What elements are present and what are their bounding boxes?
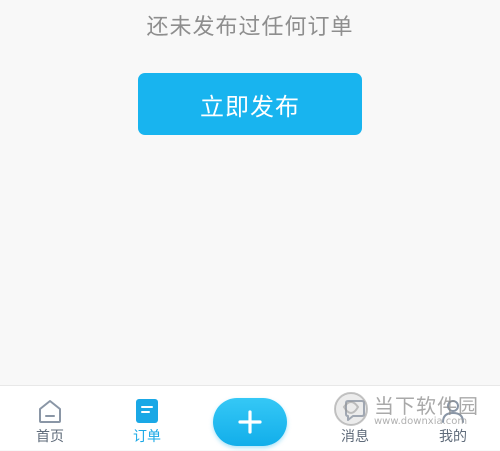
empty-orders-message: 还未发布过任何订单 [146,15,354,40]
message-icon [341,397,369,425]
tab-mine[interactable]: 我的 [403,386,500,451]
user-icon [439,397,467,425]
tab-messages[interactable]: 消息 [305,386,405,451]
orders-empty-view: 还未发布过任何订单 立即发布 [0,0,500,385]
tab-orders-label: 订单 [133,429,161,445]
add-order-button[interactable] [213,398,287,446]
tab-orders[interactable]: 订单 [97,386,197,451]
tab-messages-label: 消息 [341,429,369,445]
home-icon [36,397,64,425]
tab-home[interactable]: 首页 [0,386,100,451]
orders-icon [133,397,161,425]
publish-now-button[interactable]: 立即发布 [138,73,362,135]
tab-home-label: 首页 [36,429,64,445]
plus-icon [213,408,287,436]
tab-mine-label: 我的 [439,429,467,445]
